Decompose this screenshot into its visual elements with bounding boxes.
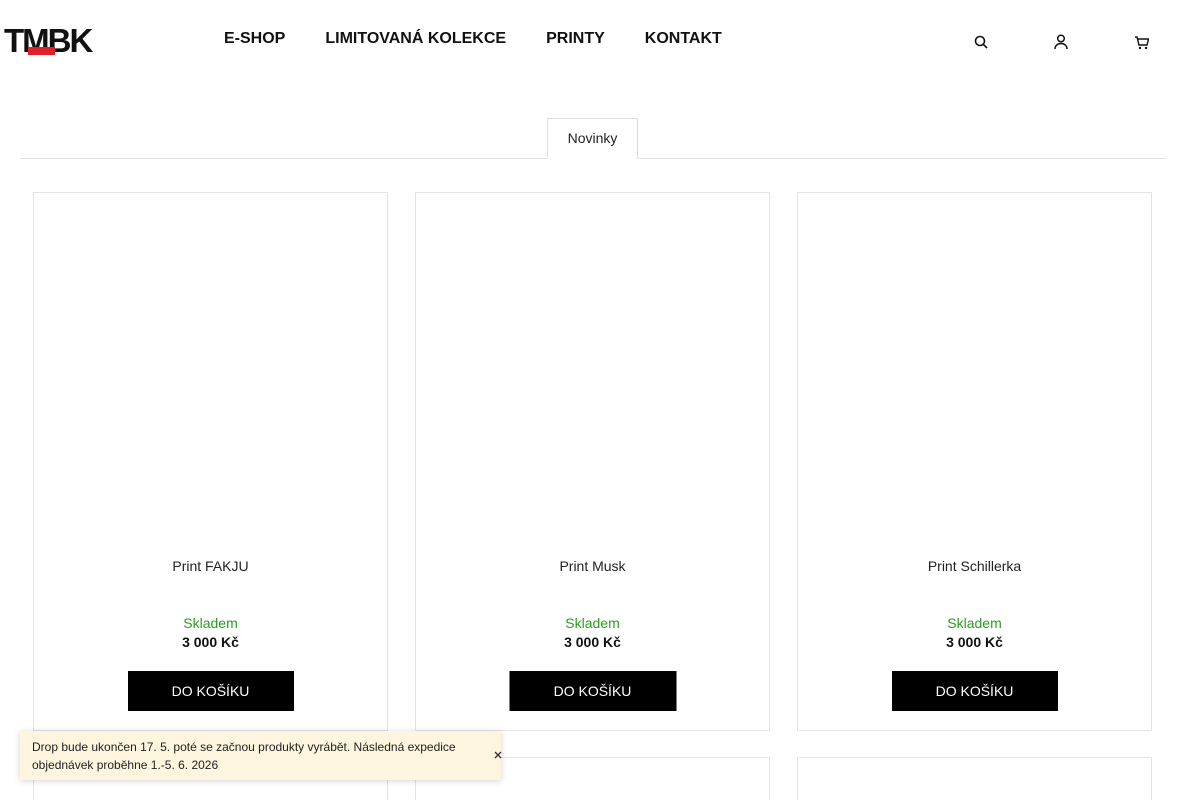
nav-item-contact[interactable]: KONTAKT <box>625 28 742 50</box>
notice-text: Drop bude ukončen 17. 5. poté se začnou … <box>32 740 456 772</box>
product-name[interactable]: Print Schillerka <box>798 557 1151 575</box>
logo-accent-bar <box>28 47 55 55</box>
product-card[interactable]: Print Schillerka Skladem 3 000 Kč DO KOŠ… <box>797 192 1152 731</box>
site-header: TMBK E-SHOP LIMITOVANÁ KOLEKCE PRINTY KO… <box>0 0 1200 80</box>
add-to-cart-button[interactable]: DO KOŠÍKU <box>127 671 294 711</box>
product-tabs: Novinky <box>20 118 1166 159</box>
nav-item-prints[interactable]: PRINTY <box>526 28 625 50</box>
product-image[interactable] <box>416 193 769 543</box>
cart-icon[interactable] <box>1133 32 1149 52</box>
product-card[interactable]: Print Musk Skladem 3 000 Kč DO KOŠÍKU <box>415 192 770 731</box>
header-icons <box>966 32 1166 54</box>
search-icon[interactable] <box>973 32 989 52</box>
add-to-cart-button[interactable]: DO KOŠÍKU <box>891 671 1058 711</box>
stock-status: Skladem <box>565 615 620 631</box>
tab-novinky[interactable]: Novinky <box>547 118 638 159</box>
nav-item-eshop[interactable]: E-SHOP <box>204 28 305 50</box>
nav-item-limited-collection[interactable]: LIMITOVANÁ KOLEKCE <box>305 28 526 50</box>
drop-notice-bar: Drop bude ukončen 17. 5. poté se začnou … <box>20 731 502 780</box>
add-to-cart-button[interactable]: DO KOŠÍKU <box>509 671 676 711</box>
product-price: 3 000 Kč <box>946 634 1003 650</box>
product-name[interactable]: Print Musk <box>416 557 769 575</box>
product-card[interactable]: Print FAKJU Skladem 3 000 Kč DO KOŠÍKU <box>33 192 388 731</box>
main-nav: E-SHOP LIMITOVANÁ KOLEKCE PRINTY KONTAKT <box>204 28 742 50</box>
stock-status: Skladem <box>947 615 1002 631</box>
product-image[interactable] <box>34 193 387 543</box>
stock-status: Skladem <box>183 615 238 631</box>
user-icon[interactable] <box>1053 32 1069 52</box>
product-name[interactable]: Print FAKJU <box>34 557 387 575</box>
product-price: 3 000 Kč <box>564 634 621 650</box>
product-card-partial[interactable] <box>797 757 1152 800</box>
product-image[interactable] <box>798 193 1151 543</box>
product-price: 3 000 Kč <box>182 634 239 650</box>
close-icon[interactable] <box>490 747 506 763</box>
